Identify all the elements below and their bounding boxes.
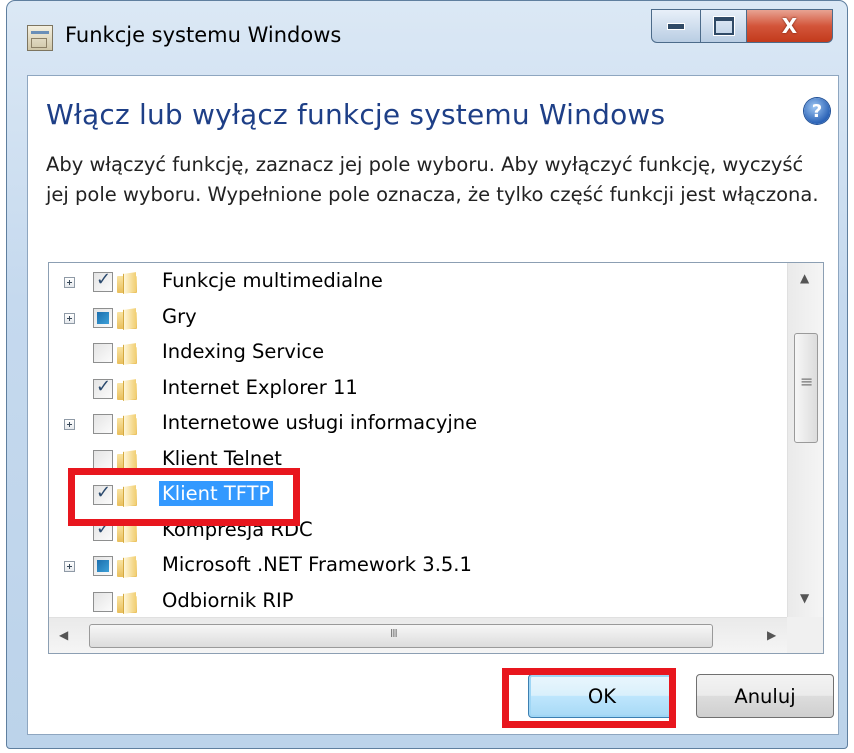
dialog-content: Włącz lub wyłącz funkcje systemu Windows… xyxy=(27,75,839,735)
scroll-left-icon[interactable]: ◀ xyxy=(59,628,68,642)
features-tree[interactable]: Funkcje multimedialne Gry Indexing Service… xyxy=(48,262,824,654)
folder-icon xyxy=(117,309,139,329)
close-icon: X xyxy=(781,14,798,38)
expand-icon[interactable] xyxy=(64,419,75,430)
feature-label: Odbiornik RIP xyxy=(162,588,294,612)
folder-icon xyxy=(117,557,139,577)
feature-label: Funkcje multimedialne xyxy=(162,269,383,292)
title-bar[interactable]: Funkcje systemu Windows X xyxy=(7,1,847,75)
expand-icon[interactable] xyxy=(64,277,75,288)
feature-row[interactable]: Indexing Service xyxy=(49,336,789,372)
scrollbar-corner xyxy=(787,617,823,653)
folder-icon xyxy=(117,273,139,293)
feature-row[interactable]: Funkcje multimedialne xyxy=(49,265,789,301)
page-title: Włącz lub wyłącz funkcje systemu Windows xyxy=(46,98,666,131)
cancel-button[interactable]: Anuluj xyxy=(696,674,834,718)
feature-label: Microsoft .NET Framework 3.5.1 xyxy=(162,553,472,576)
feature-checkbox[interactable] xyxy=(93,307,113,328)
feature-checkbox[interactable] xyxy=(93,343,113,363)
instructions-text: Aby włączyć funkcję, zaznacz jej pole wy… xyxy=(46,153,819,206)
feature-label: Indexing Service xyxy=(162,340,325,363)
expand-icon[interactable] xyxy=(64,312,75,324)
maximize-icon xyxy=(713,17,734,35)
feature-checkbox[interactable] xyxy=(93,269,113,292)
window-controls: X xyxy=(651,9,833,43)
dialog-window: Funkcje systemu Windows X Włącz lub wyłą… xyxy=(6,0,848,749)
feature-label: Klient Telnet xyxy=(162,446,282,470)
feature-checkbox[interactable] xyxy=(93,414,113,434)
close-button[interactable]: X xyxy=(747,9,833,43)
scroll-down-icon[interactable]: ▼ xyxy=(800,591,809,605)
feature-checkbox[interactable] xyxy=(93,376,113,399)
feature-row[interactable]: Internet Explorer 11 xyxy=(49,372,789,408)
feature-checkbox[interactable] xyxy=(93,556,113,576)
vertical-scroll-thumb[interactable] xyxy=(794,333,818,443)
window-app-icon xyxy=(27,25,53,51)
feature-checkbox[interactable] xyxy=(93,591,113,612)
horizontal-scrollbar[interactable]: ◀ ▶ xyxy=(49,617,789,653)
feature-label: Internet Explorer 11 xyxy=(162,375,358,399)
expand-icon[interactable] xyxy=(64,561,75,572)
help-icon[interactable]: ? xyxy=(804,98,830,124)
feature-label: Gry xyxy=(162,304,197,328)
horizontal-scroll-thumb[interactable] xyxy=(89,624,713,648)
annotation-highlight-klient-tftp xyxy=(68,468,300,526)
scroll-up-icon[interactable]: ▲ xyxy=(800,271,809,285)
folder-icon xyxy=(117,415,139,435)
annotation-highlight-ok xyxy=(502,668,676,728)
folder-icon xyxy=(117,344,139,364)
minimize-button[interactable] xyxy=(651,9,701,43)
feature-row[interactable]: Odbiornik RIP xyxy=(49,585,789,621)
scroll-right-icon[interactable]: ▶ xyxy=(767,628,776,642)
feature-row[interactable]: Microsoft .NET Framework 3.5.1 xyxy=(49,549,789,585)
maximize-button[interactable] xyxy=(701,9,747,43)
features-list: Funkcje multimedialne Gry Indexing Service… xyxy=(49,263,789,619)
feature-checkbox[interactable] xyxy=(93,449,113,470)
vertical-scrollbar[interactable]: ▲ ▼ xyxy=(787,263,823,619)
folder-icon xyxy=(117,593,139,613)
feature-row[interactable]: Gry xyxy=(49,301,789,337)
folder-icon xyxy=(117,380,139,400)
window-title: Funkcje systemu Windows xyxy=(65,23,342,47)
feature-label: Internetowe usługi informacyjne xyxy=(162,411,478,434)
minimize-icon xyxy=(667,22,685,30)
feature-row[interactable]: Internetowe usługi informacyjne xyxy=(49,407,789,443)
